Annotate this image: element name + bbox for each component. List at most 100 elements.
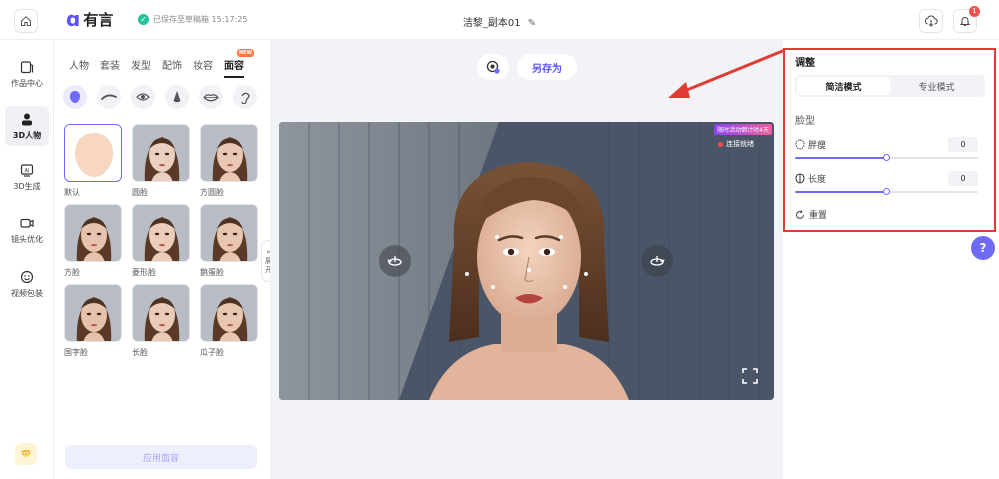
app-logo[interactable]: ɑ 有言 (66, 8, 113, 30)
face-preset-item[interactable]: 方脸 (64, 204, 122, 282)
save-as-button[interactable]: 另存为 (517, 54, 577, 80)
default-face-icon (64, 124, 122, 182)
face-length-icon (795, 173, 805, 184)
connection-status-text: 连接就绪 (726, 140, 754, 148)
slider-thumb[interactable] (883, 154, 890, 161)
face-preset-label: 方脸 (64, 268, 80, 277)
face-preset-item[interactable]: 圆脸 (132, 124, 190, 202)
status-dot-icon (718, 141, 723, 147)
face-preset-thumbnail (64, 204, 122, 262)
param-weight-slider[interactable] (795, 154, 978, 161)
face-preset-item[interactable]: 方圆脸 (200, 124, 258, 202)
eyebrow-button[interactable] (97, 85, 121, 109)
face-weight-icon (795, 139, 805, 150)
nose-button[interactable] (165, 85, 189, 109)
face-preset-item[interactable]: 国字脸 (64, 284, 122, 362)
asset-tabs: 人物 套装 发型 配饰 妆容 面容 NEW (69, 49, 255, 78)
ear-icon (241, 92, 250, 104)
save-status-text: 已保存至草稿箱 15:17:25 (153, 15, 248, 24)
edit-icon[interactable]: ✎ (528, 18, 536, 29)
face-preset-item[interactable]: 瓜子脸 (200, 284, 258, 362)
face-feature-selector (63, 85, 257, 109)
fullscreen-button[interactable] (738, 364, 762, 388)
face-preset-thumbnail (200, 204, 258, 262)
ear-button[interactable] (233, 85, 257, 109)
rotate-left-button[interactable] (379, 245, 411, 277)
param-length-slider[interactable] (795, 188, 978, 195)
mode-toggle: 简洁模式 专业模式 (795, 75, 985, 97)
param-weight-text: 胖瘦 (808, 141, 827, 151)
face-preset-label: 方圆脸 (200, 188, 224, 197)
notification-button[interactable]: 1 (953, 6, 980, 33)
avatar-render (279, 122, 774, 400)
nav-item-label: 镜头优化 (11, 234, 43, 244)
tab-character[interactable]: 人物 (69, 57, 89, 78)
asset-panel: 人物 套装 发型 配饰 妆容 面容 NEW 默认 圆脸 方圆脸方脸 菱形脸 鹅蛋脸国字脸… (55, 40, 269, 479)
svg-text:AI: AI (25, 168, 30, 174)
face-preset-label: 圆脸 (132, 188, 148, 197)
fullscreen-icon (742, 368, 758, 384)
rotate-right-button[interactable] (641, 245, 673, 277)
face-preset-item[interactable]: 长脸 (132, 284, 190, 362)
home-button[interactable] (14, 9, 38, 33)
mode-simple[interactable]: 简洁模式 (797, 77, 890, 95)
face-preset-thumbnail (64, 284, 122, 342)
face-shape-button[interactable] (63, 85, 87, 109)
param-weight-value[interactable]: 0 (948, 137, 978, 152)
face-preset-thumbnail (132, 284, 190, 342)
help-button[interactable]: ? (971, 236, 995, 260)
home-icon (21, 16, 31, 26)
cloud-download-button[interactable] (919, 9, 943, 33)
promo-badge: 限时活动倒计时4天 (714, 124, 772, 135)
param-length-value[interactable]: 0 (948, 171, 978, 186)
rotate-left-icon (387, 256, 402, 266)
face-preset-thumbnail (132, 204, 190, 262)
nav-item-works[interactable]: 作品中心 (5, 54, 49, 94)
param-length-label: 长度 (795, 172, 826, 185)
diamond-icon (21, 450, 31, 459)
slider-fill (795, 157, 887, 159)
reset-button[interactable]: 重置 (795, 208, 827, 221)
left-nav: 作品中心 3D人物 AI 3D生成 镜头优化 视频包装 (0, 40, 54, 479)
face-preset-item[interactable]: 菱形脸 (132, 204, 190, 282)
tab-face-label: 面容 (224, 61, 244, 72)
face-preset-label: 鹅蛋脸 (200, 268, 224, 277)
face-preset-label: 菱形脸 (132, 268, 156, 277)
notification-badge: 1 (969, 6, 980, 17)
slider-thumb[interactable] (883, 188, 890, 195)
tab-outfit[interactable]: 套装 (100, 57, 120, 78)
canvas-area: 另存为 限时活动倒计时4天 连接就绪 (270, 40, 783, 479)
nav-item-video-packaging[interactable]: 视频包装 (5, 264, 49, 304)
emoji-icon (19, 270, 35, 285)
tab-face[interactable]: 面容 NEW (224, 49, 254, 78)
face-preset-item[interactable]: 鹅蛋脸 (200, 204, 258, 282)
nav-item-camera-optimize[interactable]: 镜头优化 (5, 210, 49, 250)
ai-icon: AI (19, 163, 35, 178)
face-shape-icon (70, 91, 80, 103)
eyebrow-icon (101, 94, 117, 100)
cloud-download-icon (924, 15, 938, 27)
lips-icon (203, 93, 219, 101)
camera-icon (19, 216, 35, 231)
document-title-text[interactable]: 洁黎_副本01 (463, 18, 521, 29)
3d-viewport[interactable]: 限时活动倒计时4天 连接就绪 (279, 122, 774, 400)
lips-button[interactable] (199, 85, 223, 109)
vip-button[interactable] (15, 443, 37, 465)
face-preset-label: 长脸 (132, 348, 148, 357)
face-preset-item[interactable]: 默认 (64, 124, 122, 202)
face-preset-label: 瓜子脸 (200, 348, 224, 357)
nav-item-3d-character[interactable]: 3D人物 (5, 106, 49, 146)
nav-item-3d-generate[interactable]: AI 3D生成 (5, 157, 49, 197)
eye-button[interactable] (131, 85, 155, 109)
face-preset-label: 国字脸 (64, 348, 88, 357)
top-bar: ɑ 有言 ✓ 已保存至草稿箱 15:17:25 洁黎_副本01 ✎ 1 (0, 0, 999, 40)
adjust-panel: 调整 简洁模式 专业模式 脸型 胖瘦 0 长度 0 重置 ? (783, 40, 999, 479)
snapshot-button[interactable] (477, 54, 509, 80)
tab-hairstyle[interactable]: 发型 (131, 57, 151, 78)
tab-accessories[interactable]: 配饰 (162, 57, 182, 78)
apply-face-button[interactable]: 应用面容 (65, 445, 257, 469)
person-icon (19, 112, 35, 127)
face-preset-thumbnail (200, 124, 258, 182)
mode-professional[interactable]: 专业模式 (890, 77, 983, 95)
tab-makeup[interactable]: 妆容 (193, 57, 213, 78)
